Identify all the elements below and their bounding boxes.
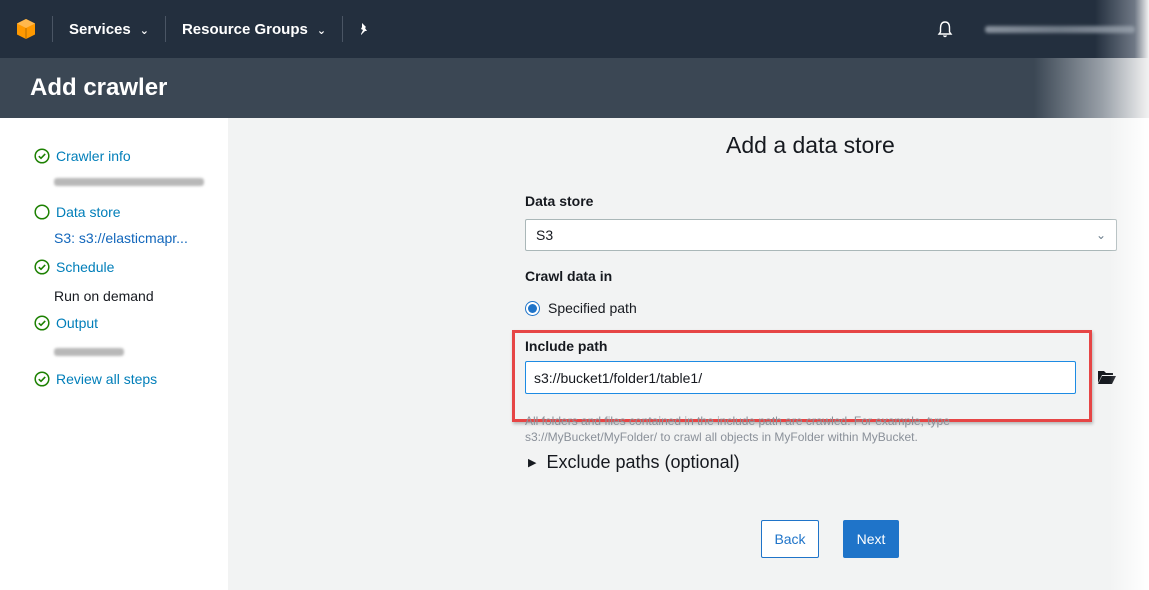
- help-line: All folders and files contained in the i…: [525, 414, 950, 428]
- step-value-data-store[interactable]: S3: s3://elasticmapr...: [54, 230, 188, 246]
- services-label: Services: [69, 20, 131, 38]
- page-header: Add crawler: [0, 58, 1149, 118]
- data-store-label: Data store: [525, 193, 594, 209]
- step-label: Output: [56, 315, 99, 331]
- step-crawler-info[interactable]: Crawler info: [34, 148, 131, 164]
- step-label: Schedule: [56, 259, 115, 275]
- section-heading: Add a data store: [726, 132, 895, 158]
- step-schedule[interactable]: Schedule: [34, 259, 114, 275]
- radio-button[interactable]: [525, 300, 540, 316]
- step-label: Data store: [56, 204, 121, 220]
- step-data-store[interactable]: Data store: [34, 204, 121, 220]
- step-value-schedule: Run on demand: [54, 288, 154, 304]
- circle-icon: [34, 204, 50, 220]
- include-path-label: Include path: [525, 338, 608, 354]
- services-menu[interactable]: Services ⌄: [53, 0, 165, 58]
- check-circle-icon: [34, 371, 50, 387]
- page-title: Add crawler: [30, 74, 168, 101]
- wizard-steps-sidebar: Crawler info Data store S3: s3://elastic…: [0, 118, 228, 590]
- edge-fade: [1109, 118, 1149, 590]
- step-value-redacted: [54, 178, 204, 188]
- step-label: Review all steps: [56, 371, 158, 387]
- help-line: s3://MyBucket/MyFolder/ to crawl all obj…: [525, 430, 918, 444]
- include-path-input[interactable]: [525, 361, 1076, 394]
- step-label: Crawler info: [56, 148, 131, 164]
- check-circle-icon: [34, 315, 50, 331]
- bell-icon[interactable]: [921, 20, 969, 38]
- back-button[interactable]: Back: [761, 520, 819, 558]
- account-menu[interactable]: [969, 0, 1149, 58]
- account-name-redacted: [985, 25, 1135, 33]
- data-store-select[interactable]: S3 ⌄: [525, 219, 1117, 251]
- step-review-all-steps[interactable]: Review all steps: [34, 371, 157, 387]
- caret-right-icon: ▶: [528, 457, 537, 469]
- exclude-paths-label: Exclude paths (optional): [546, 452, 740, 472]
- main-content: Add a data store Data store S3 ⌄ Crawl d…: [228, 118, 1149, 590]
- step-output[interactable]: Output: [34, 315, 98, 331]
- crawl-data-in-label: Crawl data in: [525, 268, 613, 284]
- check-circle-icon: [34, 259, 50, 275]
- specified-path-radio-option[interactable]: Specified path: [525, 300, 637, 316]
- chevron-down-icon: ⌄: [1095, 228, 1106, 242]
- check-circle-icon: [34, 148, 50, 164]
- include-path-help-text: All folders and files contained in the i…: [525, 413, 1105, 445]
- nav-right-group: [921, 0, 1149, 58]
- resource-groups-menu[interactable]: Resource Groups ⌄: [166, 0, 342, 58]
- resource-groups-label: Resource Groups: [181, 20, 308, 38]
- top-navigation-bar: Services ⌄ Resource Groups ⌄: [0, 0, 1149, 58]
- step-value-redacted: [54, 348, 124, 358]
- specified-path-label: Specified path: [548, 300, 637, 316]
- pin-icon[interactable]: [343, 0, 385, 58]
- exclude-paths-expander[interactable]: ▶ Exclude paths (optional): [528, 452, 740, 473]
- data-store-selected-value: S3: [536, 227, 554, 243]
- next-button[interactable]: Next: [843, 520, 899, 558]
- radio-selected-dot: [528, 303, 537, 313]
- aws-logo-icon[interactable]: [0, 0, 52, 58]
- chevron-down-icon: ⌄: [139, 24, 149, 37]
- chevron-down-icon: ⌄: [316, 24, 327, 37]
